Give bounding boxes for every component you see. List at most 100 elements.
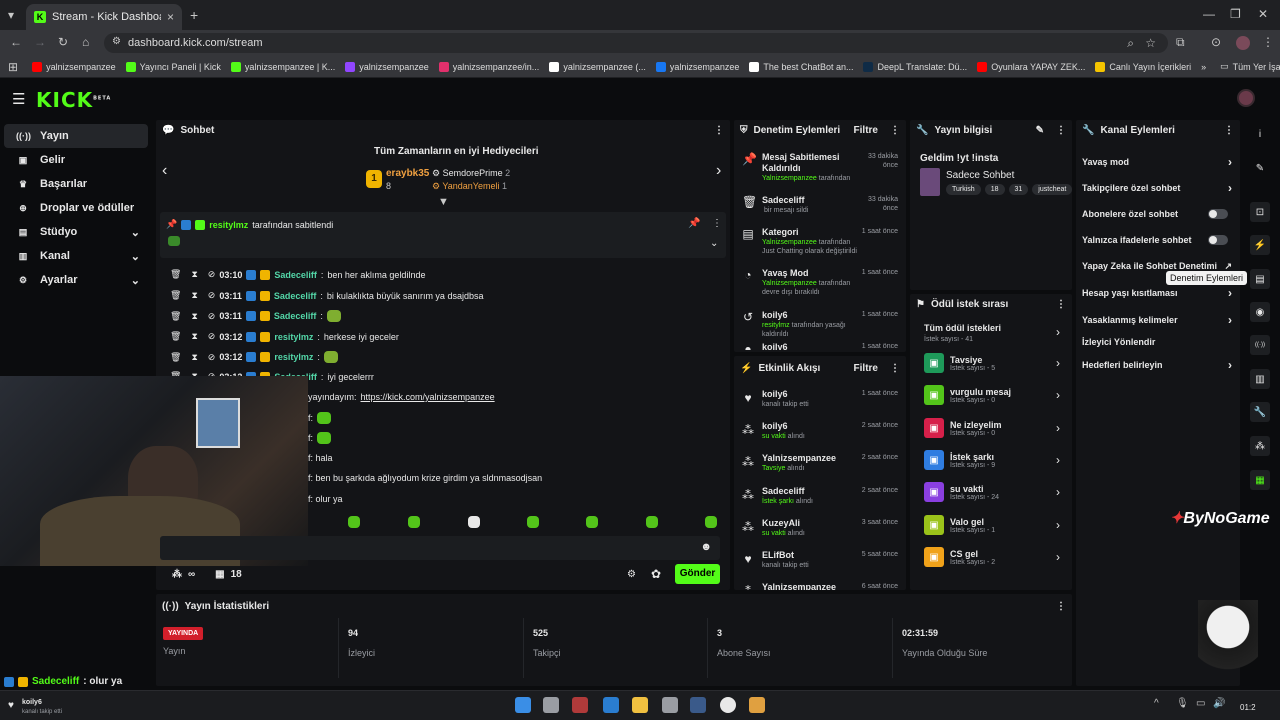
new-tab-icon[interactable]: + xyxy=(190,8,198,22)
mod-menu-icon[interactable]: ⋮ xyxy=(890,125,900,136)
rail-game-button[interactable]: ▦ xyxy=(1250,470,1270,490)
chat-message[interactable]: 🗑 ⧗ ⊘ 03:12 resitylmz: herkese iyi geceler xyxy=(170,331,399,342)
bookmark-item[interactable]: yalnizsempanzee xyxy=(345,61,429,72)
rail-broadcast-button[interactable]: ((·)) xyxy=(1250,335,1270,355)
rail-points-button[interactable]: ⁂ xyxy=(1250,436,1270,456)
sidebar-item-0[interactable]: ((·)) Yayın xyxy=(4,124,148,148)
delete-icon[interactable]: 🗑 xyxy=(170,269,181,280)
channel-action-item[interactable]: Yasaklanmış kelimeler › xyxy=(1082,313,1232,327)
bookmark-item[interactable]: DeepL Translate: Dü... xyxy=(863,61,967,72)
message-user[interactable]: resitylmz xyxy=(274,352,313,362)
message-user[interactable]: resitylmz xyxy=(274,332,313,342)
file-explorer-icon[interactable] xyxy=(632,697,648,713)
channel-actions-menu-icon[interactable]: ⋮ xyxy=(1224,125,1234,136)
rail-info-button[interactable]: i xyxy=(1250,124,1270,144)
bookmark-star-icon[interactable]: ☆ xyxy=(1145,37,1156,49)
channel-action-item[interactable]: Takipçilere özel sohbet › xyxy=(1082,181,1232,195)
media-icon[interactable] xyxy=(749,697,765,713)
all-bookmarks-button[interactable]: ▭Tüm Yer İşaretleri xyxy=(1220,61,1280,72)
pinned-by-user[interactable]: resitylmz xyxy=(209,220,248,230)
message-user[interactable]: Sadeceliff xyxy=(274,311,317,321)
task-view-icon[interactable] xyxy=(543,697,559,713)
pinned-menu-icon[interactable]: ⋮ xyxy=(712,218,722,229)
sidebar-item-1[interactable]: ▣ Gelir xyxy=(4,148,148,172)
home-icon[interactable]: ⌂ xyxy=(82,36,89,48)
timeout-icon[interactable]: ⧗ xyxy=(191,352,197,363)
timeout-icon[interactable]: ⧗ xyxy=(191,311,197,322)
gifters-prev-icon[interactable]: ‹ xyxy=(162,162,167,180)
steam-icon[interactable] xyxy=(690,697,706,713)
bookmark-item[interactable]: yalnizsempanzee | K... xyxy=(230,61,335,72)
channel-action-item[interactable]: Hesap yaşı kısıtlaması › xyxy=(1082,286,1232,300)
url-input[interactable]: ⚙ dashboard.kick.com/stream ⌕ ☆ xyxy=(104,33,1168,53)
minimize-icon[interactable]: — xyxy=(1203,8,1215,20)
stream-info-menu-icon[interactable]: ⋮ xyxy=(1056,125,1066,136)
unpin-icon[interactable]: 📌 xyxy=(688,218,700,229)
rail-lock-button[interactable]: ▤ xyxy=(1250,269,1270,289)
reward-item[interactable]: ▣ Tavsiye İstek sayısı - 5 › xyxy=(924,353,1060,373)
ban-icon[interactable]: ⊘ xyxy=(208,311,216,322)
all-rewards-row[interactable]: Tüm ödül istekleri İstek sayısı - 41 › xyxy=(924,323,1060,343)
delete-icon[interactable]: 🗑 xyxy=(170,290,181,301)
calendar-icon[interactable]: ▦ xyxy=(215,569,224,580)
quick-emote-1-icon[interactable] xyxy=(408,516,420,528)
toggle-switch[interactable] xyxy=(1208,235,1228,245)
browser-menu-icon[interactable]: ⋮ xyxy=(1262,36,1274,48)
reward-item[interactable]: ▣ su vakti İstek sayısı - 24 › xyxy=(924,482,1060,502)
chat-menu-icon[interactable]: ⋮ xyxy=(714,125,724,136)
gifters-next-icon[interactable]: › xyxy=(716,162,721,180)
message-user[interactable]: Sadeceliff xyxy=(274,291,317,301)
send-button[interactable]: Gönder xyxy=(675,564,720,584)
chart-app-icon[interactable] xyxy=(572,697,588,713)
stream-tag[interactable]: 31 xyxy=(1008,184,1029,195)
activity-item[interactable]: ⁂ koily6 su vakti alındı 2 saat önce xyxy=(742,421,900,447)
reward-item[interactable]: ▣ İstek şarkı İstek sayısı - 9 › xyxy=(924,450,1060,470)
chat-message[interactable]: 🗑 ⧗ ⊘ 03:12 resitylmz: xyxy=(170,351,338,363)
points-icon[interactable]: ⁂ xyxy=(172,569,182,580)
rail-stream-button[interactable]: ▥ xyxy=(1250,369,1270,389)
mod-action-actor[interactable]: resitylmz xyxy=(762,322,790,329)
volume-icon[interactable]: 🔊 xyxy=(1213,699,1225,709)
window-close-icon[interactable]: ✕ xyxy=(1258,8,1268,20)
reward-item[interactable]: ▣ Valo gel İstek sayısı - 1 › xyxy=(924,515,1060,535)
channel-action-item[interactable]: Yavaş mod › xyxy=(1082,155,1232,169)
bookmark-item[interactable]: yalnizsempanzee xyxy=(655,61,739,72)
photos-icon[interactable] xyxy=(603,697,619,713)
sidebar-item-6[interactable]: ⚙ Ayarlar ⌄ xyxy=(4,268,148,292)
chat-message-partial[interactable]: f: hala xyxy=(308,453,333,463)
mod-action-item[interactable]: ◔ Yavaş Mod Yalnizsempanzee tarafından devr… xyxy=(742,268,900,306)
quick-emote-3-icon[interactable] xyxy=(527,516,539,528)
stream-tag[interactable]: 18 xyxy=(984,184,1005,195)
mod-action-actor[interactable]: Yalnizsempanzee xyxy=(762,280,817,287)
bookmark-item[interactable]: The best ChatBot an... xyxy=(749,61,853,72)
back-icon[interactable]: ← xyxy=(10,36,22,48)
activity-item[interactable]: ⁂ Yalnizsempanzee Tavsiye alındı 2 saat önc… xyxy=(742,453,900,479)
timeout-icon[interactable]: ⧗ xyxy=(191,290,197,301)
activity-item[interactable]: ⁂ KuzeyAli su vakti alındı 3 saat önce xyxy=(742,518,900,544)
stream-tag[interactable]: Turkish xyxy=(946,184,981,195)
tab-search-icon[interactable]: ▾ xyxy=(8,9,14,21)
ban-icon[interactable]: ⊘ xyxy=(208,352,216,363)
channel-action-item[interactable]: Yalnızca ifadelerle sohbet xyxy=(1082,234,1232,246)
kick-logo[interactable]: KICKBETA xyxy=(36,88,111,112)
settings-app-icon[interactable] xyxy=(662,697,678,713)
reload-icon[interactable]: ↻ xyxy=(58,36,68,48)
mod-filter-button[interactable]: Filtre xyxy=(854,125,878,136)
rail-chat-button[interactable]: ◉ xyxy=(1250,302,1270,322)
bookmark-item[interactable]: yalnizsempanzee (... xyxy=(549,61,646,72)
gifter-1-name[interactable]: eraybk35 xyxy=(386,168,429,179)
reward-item[interactable]: ▣ CS gel İstek sayısı - 2 › xyxy=(924,547,1060,567)
mod-action-actor[interactable]: Yalnizsempanzee xyxy=(762,239,817,246)
toggle-switch[interactable] xyxy=(1208,209,1228,219)
channel-action-item[interactable]: Abonelere özel sohbet xyxy=(1082,208,1232,220)
timeout-icon[interactable]: ⧗ xyxy=(191,269,197,280)
quick-emote-6-icon[interactable] xyxy=(705,516,717,528)
chat-message[interactable]: 🗑 ⧗ ⊘ 03:11 Sadeceliff: xyxy=(170,310,341,322)
ban-icon[interactable]: ⊘ xyxy=(208,269,216,280)
activity-item[interactable]: ♥ koily6 kanalı takip etti 1 saat önce xyxy=(742,389,900,415)
mod-action-item[interactable]: ▤ Kategori Yalnizsempanzee tarafından Just … xyxy=(742,227,900,265)
activity-item[interactable]: ⁂ Sadeceliff İstek şarkı alındı 2 saat önce xyxy=(742,486,900,512)
edit-icon[interactable]: ✎ xyxy=(1036,125,1044,136)
display-icon[interactable]: ▭ xyxy=(1196,699,1205,709)
expand-pinned-icon[interactable]: ⌄ xyxy=(710,238,718,249)
